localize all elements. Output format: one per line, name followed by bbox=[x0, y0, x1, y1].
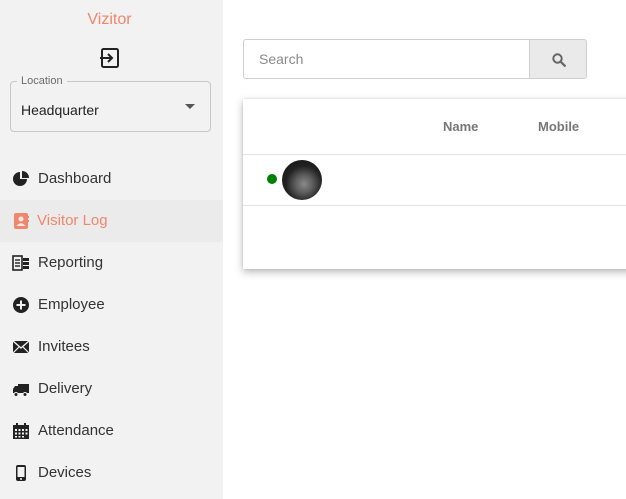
sidebar-nav: Dashboard Visitor Log Reporting Employee… bbox=[0, 158, 223, 494]
sidebar-item-label: Employee bbox=[38, 296, 105, 313]
sidebar-item-label: Attendance bbox=[38, 422, 114, 439]
location-select[interactable]: Location Headquarter bbox=[10, 75, 211, 132]
contact-book-icon bbox=[14, 213, 29, 229]
search-input[interactable] bbox=[243, 39, 530, 79]
mobile-icon bbox=[16, 465, 26, 481]
sidebar-item-visitor-log[interactable]: Visitor Log bbox=[0, 200, 223, 242]
pie-chart-icon bbox=[13, 171, 29, 186]
column-header-name[interactable]: Name bbox=[443, 119, 478, 134]
sign-out-icon[interactable] bbox=[99, 47, 121, 69]
table-row[interactable] bbox=[243, 155, 626, 205]
sidebar-item-label: Visitor Log bbox=[37, 212, 108, 229]
sidebar-item-label: Reporting bbox=[38, 254, 104, 271]
sidebar-item-employee[interactable]: Employee bbox=[0, 284, 223, 326]
sidebar: Vizitor Location Headquarter Dashboard V… bbox=[0, 0, 223, 499]
app-window: Vizitor Location Headquarter Dashboard V… bbox=[0, 0, 626, 499]
sidebar-item-label: Invitees bbox=[38, 338, 90, 355]
brand-title: Vizitor bbox=[87, 11, 132, 28]
visitor-table: Name Mobile bbox=[243, 99, 626, 269]
plus-circle-icon bbox=[13, 297, 29, 313]
sidebar-item-attendance[interactable]: Attendance bbox=[0, 410, 223, 452]
location-value: Headquarter bbox=[21, 102, 99, 118]
avatar bbox=[282, 160, 322, 200]
sidebar-item-label: Delivery bbox=[38, 380, 93, 397]
sidebar-item-label: Devices bbox=[38, 464, 92, 481]
calendar-icon bbox=[13, 423, 29, 439]
sidebar-item-label: Dashboard bbox=[38, 170, 112, 187]
sidebar-item-invitees[interactable]: Invitees bbox=[0, 326, 223, 368]
truck-icon bbox=[13, 384, 29, 397]
row-divider bbox=[243, 205, 626, 206]
search-icon bbox=[552, 53, 566, 67]
location-label: Location bbox=[17, 75, 67, 87]
sidebar-item-dashboard[interactable]: Dashboard bbox=[0, 158, 223, 200]
sidebar-item-delivery[interactable]: Delivery bbox=[0, 368, 223, 410]
sidebar-item-devices[interactable]: Devices bbox=[0, 452, 223, 494]
envelope-icon bbox=[12, 340, 30, 354]
report-icon bbox=[12, 255, 29, 271]
column-header-mobile[interactable]: Mobile bbox=[538, 119, 579, 134]
sidebar-item-reporting[interactable]: Reporting bbox=[0, 242, 223, 284]
online-status-dot bbox=[267, 174, 277, 184]
caret-down-icon bbox=[185, 104, 195, 109]
search-button[interactable] bbox=[530, 39, 587, 79]
